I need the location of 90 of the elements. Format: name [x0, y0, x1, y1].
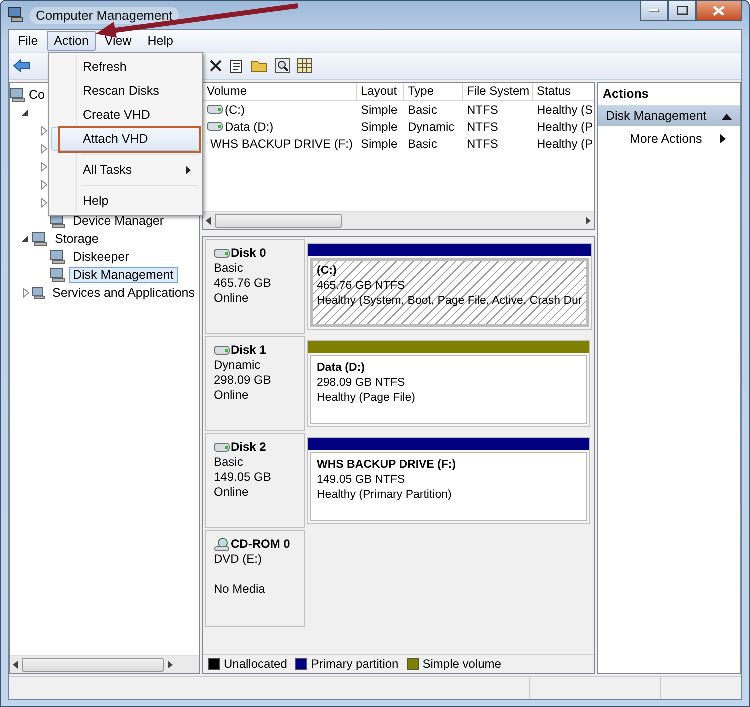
menu-option[interactable]: All Tasks: [51, 158, 200, 182]
partition-title: (C:): [317, 264, 338, 279]
disk-name: Disk 2: [231, 440, 266, 455]
delete-icon[interactable]: [209, 59, 223, 73]
table-cell: Simple: [361, 102, 398, 116]
actions-section[interactable]: Disk Management: [598, 106, 740, 126]
tree-item[interactable]: Co: [27, 87, 47, 103]
submenu-arrow-icon: [720, 134, 726, 144]
table-cell: Healthy (P: [537, 136, 594, 150]
disk-status: Online: [214, 388, 250, 403]
partition-status: Healthy (Primary Partition): [317, 488, 453, 503]
left-arrow-icon[interactable]: [206, 216, 211, 224]
disk-type: DVD (E:): [214, 552, 263, 567]
close-icon: [713, 6, 725, 16]
menu-option[interactable]: Create VHD: [51, 103, 200, 127]
legend-label: Simple volume: [422, 657, 502, 671]
maximize-button[interactable]: [668, 1, 696, 21]
tree-item[interactable]: Device Manager: [69, 213, 168, 229]
menu-item[interactable]: Action: [47, 31, 96, 51]
minimize-button[interactable]: [640, 1, 668, 21]
legend-label: Primary partition: [311, 657, 399, 671]
cd-drive-icon: [214, 538, 230, 552]
table-cell: NTFS: [467, 102, 498, 116]
menu-option[interactable]: Rescan Disks: [51, 79, 200, 103]
menu-option[interactable]: Help: [51, 189, 200, 213]
back-icon[interactable]: [13, 59, 31, 73]
partition-title: Data (D:): [317, 361, 366, 376]
table-cell: Data (D:): [225, 120, 274, 134]
partition-block[interactable]: (C:) 465.76 GB NTFS Healthy (System, Boot, Page File, Active, Crash Dur: [307, 243, 592, 330]
column-header[interactable]: Layout: [357, 83, 404, 100]
maximize-icon: [676, 6, 688, 15]
disk-type: Basic: [214, 261, 244, 276]
left-arrow-icon[interactable]: [13, 660, 18, 668]
table-cell: Simple: [361, 120, 398, 134]
disk-size: 149.05 GB: [214, 470, 272, 485]
tree-item[interactable]: Diskeeper: [69, 249, 134, 265]
disk-name: Disk 0: [231, 246, 266, 261]
column-header[interactable]: File System: [463, 83, 533, 100]
partition-title: WHS BACKUP DRIVE (F:): [317, 458, 458, 473]
submenu-arrow-icon: [186, 166, 191, 174]
table-cell: NTFS: [467, 120, 498, 134]
table-cell: Basic: [408, 136, 438, 150]
minimize-icon: [649, 8, 659, 12]
close-button[interactable]: [696, 1, 742, 21]
partition-block[interactable]: WHS BACKUP DRIVE (F:) 149.05 GB NTFS Healthy (Primary Partition): [307, 437, 590, 524]
column-header[interactable]: Type: [404, 83, 463, 100]
menu-option[interactable]: Attach VHD: [51, 127, 200, 151]
table-cell: Healthy (P: [537, 120, 594, 134]
menu-item[interactable]: Help: [140, 31, 180, 51]
disk-status: Online: [214, 485, 250, 500]
menu-option[interactable]: Refresh: [51, 55, 200, 79]
table-cell: (C:): [225, 102, 245, 116]
grid-icon[interactable]: [297, 58, 313, 74]
disk-size: 465.76 GB: [214, 276, 272, 291]
magnifier-icon[interactable]: [275, 58, 291, 74]
disk-type: Dynamic: [214, 358, 262, 373]
partition-size: 149.05 GB NTFS: [317, 473, 406, 488]
properties-icon[interactable]: [229, 58, 245, 74]
table-cell: WHS BACKUP DRIVE (F:): [210, 136, 353, 150]
horizontal-scrollbar[interactable]: [10, 655, 199, 673]
disk-name: CD-ROM 0: [231, 537, 290, 552]
disk-status: No Media: [214, 582, 266, 597]
table-cell: Dynamic: [408, 120, 455, 134]
right-arrow-icon[interactable]: [586, 216, 591, 224]
partition-status: Healthy (Page File): [317, 391, 416, 406]
tree-item[interactable]: Services and Applications: [48, 285, 199, 301]
disk-status: Online: [214, 291, 250, 306]
table-cell: NTFS: [467, 136, 498, 150]
tree-item[interactable]: Disk Management: [69, 267, 178, 283]
window-title: Computer Management: [30, 6, 179, 24]
collapse-icon[interactable]: [722, 112, 732, 120]
tree-item[interactable]: Storage: [51, 231, 103, 247]
menu-item[interactable]: File: [11, 31, 46, 51]
table-cell: Healthy (S: [537, 102, 594, 116]
computer-icon: [10, 87, 26, 103]
table-cell: Basic: [408, 102, 438, 116]
partition-size: 298.09 GB NTFS: [317, 376, 406, 391]
partition-size: 465.76 GB NTFS: [317, 279, 406, 294]
disk-size: 298.09 GB: [214, 373, 272, 388]
right-arrow-icon[interactable]: [168, 660, 173, 668]
disk-type: Basic: [214, 455, 244, 470]
horizontal-scrollbar[interactable]: [203, 211, 594, 229]
menu-item[interactable]: View: [98, 31, 139, 51]
partition-status: Healthy (System, Boot, Page File, Active, Crash Dur: [317, 294, 582, 309]
action-link[interactable]: More Actions: [598, 126, 740, 150]
legend-label: Unallocated: [224, 657, 288, 671]
app-icon: [8, 7, 24, 23]
table-cell: Simple: [361, 136, 398, 150]
partition-block[interactable]: Data (D:) 298.09 GB NTFS Healthy (Page File): [307, 340, 590, 427]
disk-name: Disk 1: [231, 343, 266, 358]
